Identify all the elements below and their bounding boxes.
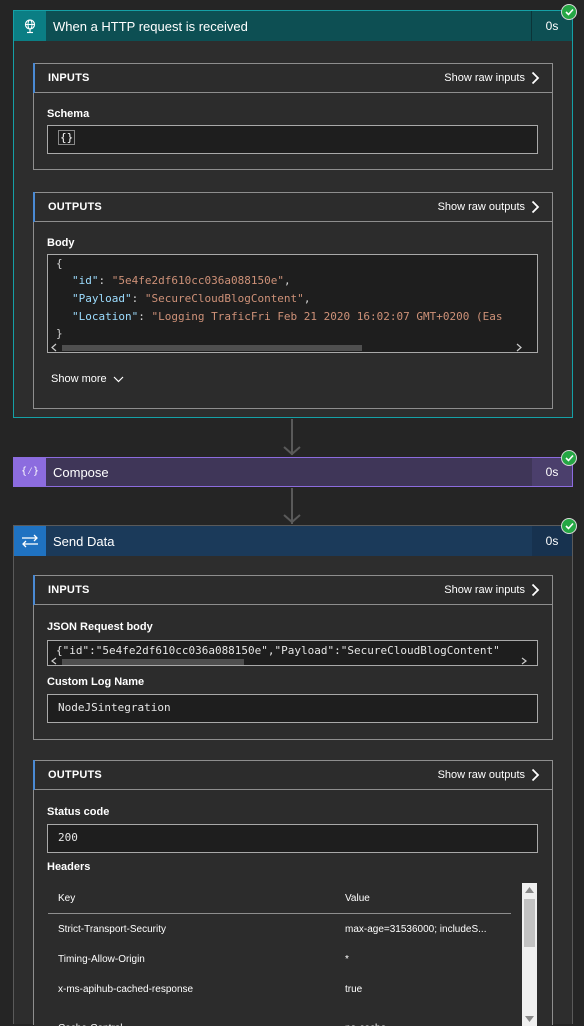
- body-code-view[interactable]: { "id": "5e4fe2df610cc036a088150e", "Pay…: [47, 254, 538, 353]
- outputs-card-header: OUTPUTS Show raw outputs: [33, 760, 552, 790]
- column-value-header: Value: [345, 892, 370, 904]
- inputs-card: INPUTS Show raw inputs Schema {}: [33, 63, 553, 170]
- show-raw-outputs-label: Show raw outputs: [437, 201, 525, 213]
- table-header-row: Key Value: [48, 883, 511, 914]
- code-key: "Payload": [72, 292, 132, 305]
- vertical-scrollbar[interactable]: [522, 883, 537, 1026]
- scrollbar-thumb[interactable]: [62, 659, 244, 665]
- outputs-label: OUTPUTS: [48, 201, 102, 213]
- send-data-arrows-icon: [14, 526, 46, 556]
- scroll-down-icon[interactable]: [525, 1016, 534, 1022]
- inputs-label: INPUTS: [48, 72, 90, 84]
- http-trigger-header[interactable]: When a HTTP request is received 0s: [14, 11, 572, 41]
- column-key-header: Key: [58, 892, 76, 904]
- schema-label: Schema: [47, 108, 90, 120]
- compose-header[interactable]: {⁄} Compose 0s: [14, 458, 572, 486]
- schema-field[interactable]: {}: [47, 125, 538, 154]
- code-open-brace: {: [56, 257, 63, 270]
- json-request-body-value: {"id":"5e4fe2df610cc036a088150e","Payloa…: [56, 644, 500, 657]
- code-line-location: "Location": "Logging TraficFri Feb 21 20…: [72, 310, 503, 323]
- inputs-label: INPUTS: [48, 584, 90, 596]
- arrow-down-icon: [283, 514, 301, 524]
- code-value: "5e4fe2df610cc036a088150e": [111, 274, 284, 287]
- table-row[interactable]: Strict-Transport-Security max-age=315360…: [48, 914, 511, 944]
- step-title: When a HTTP request is received: [53, 18, 248, 34]
- outputs-card-header: OUTPUTS Show raw outputs: [33, 192, 552, 222]
- horizontal-scrollbar[interactable]: [48, 342, 537, 352]
- show-raw-outputs-link[interactable]: Show raw outputs: [438, 768, 540, 782]
- code-close-brace: }: [56, 327, 63, 340]
- send-data-step: Send Data 0s INPUTS Show raw inputs JSON…: [13, 525, 573, 1026]
- chevron-right-icon: [531, 71, 540, 85]
- show-raw-inputs-label: Show raw inputs: [444, 584, 525, 596]
- header-key: x-ms-apihub-cached-response: [58, 983, 194, 995]
- custom-log-name-value: NodeJSintegration: [58, 701, 171, 714]
- code-key: "Location": [72, 310, 139, 323]
- schema-value: {}: [58, 130, 76, 145]
- table-row[interactable]: x-ms-apihub-cached-response true: [48, 974, 511, 1004]
- status-code-field[interactable]: 200: [47, 824, 538, 853]
- code-key: "id": [72, 274, 99, 287]
- scroll-left-icon[interactable]: [51, 657, 57, 665]
- globe-request-icon: [14, 11, 46, 41]
- compose-braces-icon: {⁄}: [14, 458, 46, 486]
- step-title: Compose: [53, 464, 109, 480]
- chevron-right-icon: [531, 768, 540, 782]
- headers-label: Headers: [47, 861, 91, 873]
- json-request-body-field[interactable]: {"id":"5e4fe2df610cc036a088150e","Payloa…: [47, 640, 538, 666]
- compose-icon-glyph: {⁄}: [20, 466, 40, 477]
- table-row[interactable]: Timing-Allow-Origin *: [48, 944, 511, 974]
- custom-log-name-field[interactable]: NodeJSintegration: [47, 694, 538, 723]
- arrow-down-icon: [283, 446, 301, 456]
- inputs-card-header: INPUTS Show raw inputs: [33, 63, 552, 93]
- inputs-card-header: INPUTS Show raw inputs: [33, 575, 552, 605]
- header-key: Timing-Allow-Origin: [58, 953, 145, 965]
- json-request-body-label: JSON Request body: [47, 621, 153, 633]
- outputs-card: OUTPUTS Show raw outputs Body { "id": "5…: [33, 192, 553, 409]
- check-circle-icon: [561, 518, 577, 534]
- chevron-right-icon: [531, 583, 540, 597]
- chevron-right-icon: [531, 200, 540, 214]
- inputs-card: INPUTS Show raw inputs JSON Request body…: [33, 575, 553, 740]
- scroll-right-icon[interactable]: [516, 343, 522, 352]
- code-value: "SecureCloudBlogContent": [144, 292, 304, 305]
- step-title: Send Data: [53, 533, 115, 549]
- scroll-left-icon[interactable]: [51, 343, 57, 352]
- show-raw-inputs-label: Show raw inputs: [444, 72, 525, 84]
- code-value: "Logging TraficFri Feb 21 2020 16:02:07 …: [151, 310, 503, 323]
- send-data-header[interactable]: Send Data 0s: [14, 526, 572, 556]
- body-label: Body: [47, 237, 75, 249]
- show-raw-outputs-label: Show raw outputs: [437, 769, 525, 781]
- header-key: Strict-Transport-Security: [58, 923, 166, 935]
- scrollbar-thumb[interactable]: [524, 899, 535, 947]
- header-value: *: [345, 953, 349, 965]
- show-raw-inputs-link[interactable]: Show raw inputs: [444, 71, 540, 85]
- outputs-label: OUTPUTS: [48, 769, 102, 781]
- code-line-payload: "Payload": "SecureCloudBlogContent",: [72, 292, 311, 305]
- compose-step[interactable]: {⁄} Compose 0s: [13, 457, 573, 487]
- scroll-up-icon[interactable]: [525, 887, 534, 893]
- show-raw-outputs-link[interactable]: Show raw outputs: [438, 200, 540, 214]
- check-circle-icon: [561, 450, 577, 466]
- header-value: max-age=31536000; includeS...: [345, 923, 487, 935]
- chevron-down-icon: [113, 376, 124, 382]
- check-circle-icon: [561, 4, 577, 20]
- http-trigger-step: When a HTTP request is received 0s INPUT…: [13, 10, 573, 418]
- headers-table: Key Value Strict-Transport-Security max-…: [34, 879, 552, 1026]
- show-raw-inputs-link[interactable]: Show raw inputs: [444, 583, 540, 597]
- scroll-right-icon[interactable]: [521, 657, 527, 665]
- table-row[interactable]: Cache-Control no-cache: [48, 1004, 511, 1026]
- outputs-card: OUTPUTS Show raw outputs Status code 200…: [33, 760, 553, 1026]
- status-code-value: 200: [58, 831, 78, 844]
- show-more-button[interactable]: Show more: [51, 373, 124, 385]
- header-value: true: [345, 983, 363, 995]
- scrollbar-thumb[interactable]: [62, 345, 362, 351]
- code-line-id: "id": "5e4fe2df610cc036a088150e",: [72, 274, 291, 287]
- custom-log-name-label: Custom Log Name: [47, 676, 145, 688]
- horizontal-scrollbar[interactable]: [48, 657, 537, 665]
- show-more-label: Show more: [51, 373, 107, 385]
- status-code-label: Status code: [47, 806, 110, 818]
